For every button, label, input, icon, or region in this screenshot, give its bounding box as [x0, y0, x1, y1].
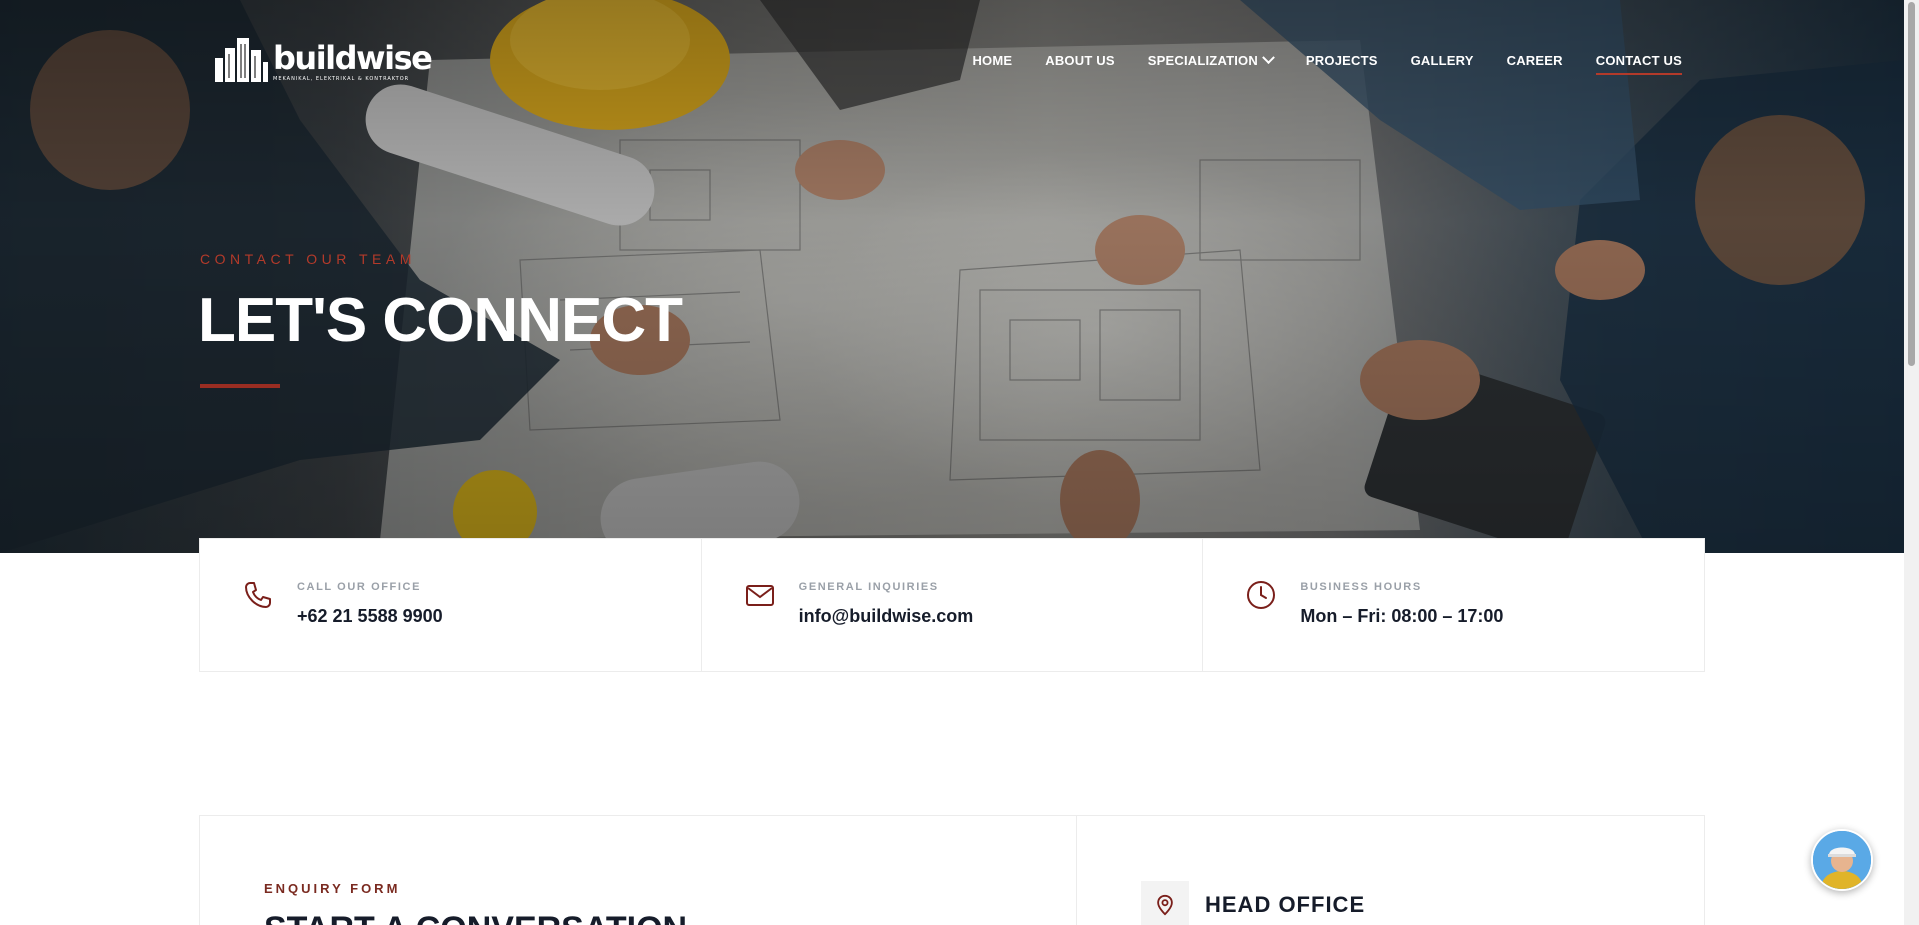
nav-home-label: HOME: [972, 53, 1013, 68]
location-pin-icon: [1141, 881, 1189, 925]
nav-career-label: CAREER: [1506, 53, 1563, 68]
nav-projects-label: PROJECTS: [1305, 53, 1378, 68]
mail-icon: [745, 585, 774, 606]
hero-overlay: [0, 0, 1904, 553]
contact-card-email[interactable]: GENERAL INQUIRIES info@buildwise.com: [702, 539, 1204, 671]
nav-career[interactable]: CAREER: [1507, 53, 1563, 75]
hero-title: LET'S CONNECT: [198, 286, 683, 355]
contact-card-value: +62 21 5588 9900: [297, 606, 443, 626]
nav-contact-us[interactable]: CONTACT US: [1595, 53, 1683, 75]
nav-home[interactable]: HOME: [972, 53, 1012, 75]
head-office-title: HEAD OFFICE: [1205, 892, 1366, 917]
nav-specialization-label: SPECIALIZATION: [1147, 53, 1258, 68]
contact-section: ENQUIRY FORM START A CONVERSATION HEAD O…: [199, 815, 1705, 925]
hero-eyebrow: CONTACT OUR TEAM: [200, 251, 416, 267]
nav-about-us-label: ABOUT US: [1045, 53, 1115, 68]
building-logo-icon: [215, 38, 268, 82]
hero-banner: buildwise MEKANIKAL, ELEKTRIKAL & KONTRA…: [0, 0, 1904, 553]
chat-assistant-avatar[interactable]: [1811, 829, 1873, 891]
clock-icon: [1247, 581, 1276, 609]
enquiry-form-label: ENQUIRY FORM: [264, 881, 401, 896]
phone-icon: [245, 582, 271, 608]
nav-gallery-label: GALLERY: [1410, 53, 1474, 68]
scrollbar-thumb[interactable]: [1908, 2, 1915, 366]
nav-specialization[interactable]: SPECIALIZATION: [1147, 51, 1275, 75]
worker-avatar-icon: [1813, 831, 1871, 889]
contact-card-label: GENERAL INQUIRIES: [798, 581, 939, 593]
contact-card-phone[interactable]: CALL OUR OFFICE +62 21 5588 9900: [200, 539, 702, 671]
contact-card-value: Mon – Fri: 08:00 – 17:00: [1300, 606, 1504, 626]
head-office-panel: HEAD OFFICE: [1077, 816, 1704, 925]
brand-name: buildwise: [273, 39, 433, 77]
hero-title-underline: [200, 384, 280, 388]
page: buildwise MEKANIKAL, ELEKTRIKAL & KONTRA…: [0, 0, 1904, 925]
nav-projects[interactable]: PROJECTS: [1306, 53, 1378, 75]
contact-card-value: info@buildwise.com: [798, 606, 974, 626]
contact-card-hours[interactable]: BUSINESS HOURS Mon – Fri: 08:00 – 17:00: [1203, 539, 1704, 671]
page-scrollbar[interactable]: [1904, 0, 1919, 925]
main-navigation: HOME ABOUT US SPECIALIZATION PROJECTS GA…: [939, 51, 1683, 75]
brand-logo[interactable]: buildwise MEKANIKAL, ELEKTRIKAL & KONTRA…: [213, 36, 433, 86]
contact-info-bar: CALL OUR OFFICE +62 21 5588 9900 GENERAL…: [199, 538, 1705, 672]
nav-about-us[interactable]: ABOUT US: [1045, 53, 1115, 75]
nav-gallery[interactable]: GALLERY: [1411, 53, 1474, 75]
chevron-down-icon: [1262, 51, 1275, 65]
enquiry-form-panel: ENQUIRY FORM START A CONVERSATION: [200, 816, 1077, 925]
enquiry-form-title: START A CONVERSATION: [264, 910, 687, 925]
contact-card-label: CALL OUR OFFICE: [297, 581, 422, 593]
contact-card-label: BUSINESS HOURS: [1300, 581, 1422, 593]
brand-tagline: MEKANIKAL, ELEKTRIKAL & KONTRAKTOR: [273, 76, 410, 82]
nav-contact-us-label: CONTACT US: [1595, 53, 1682, 68]
